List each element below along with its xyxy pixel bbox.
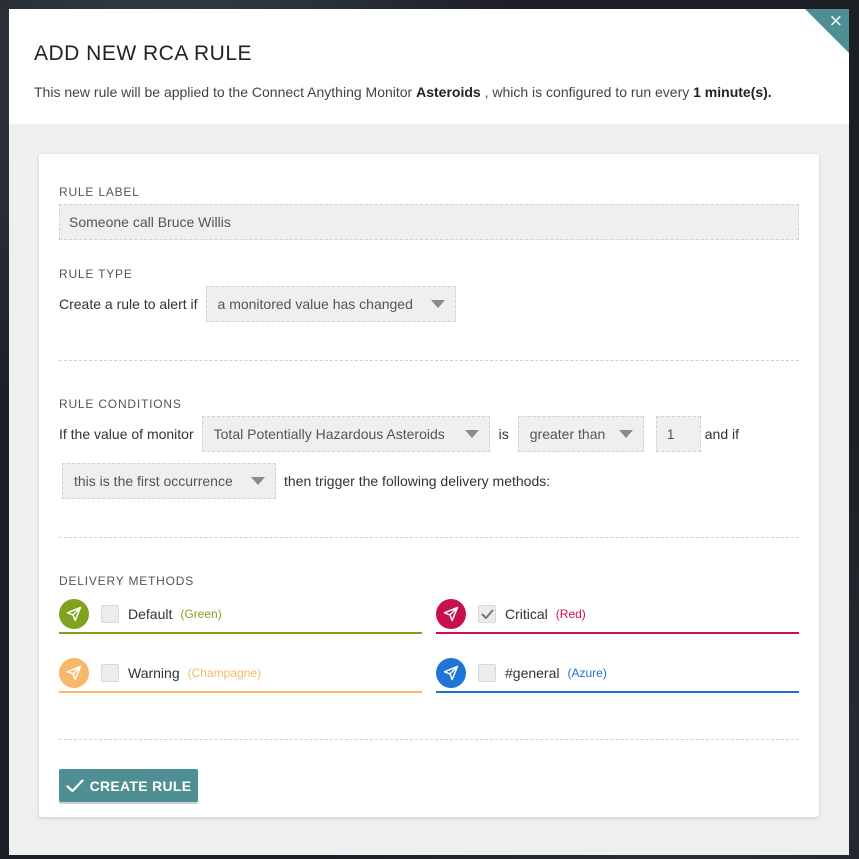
modal-description: This new rule will be applied to the Con… [34, 83, 824, 101]
occurrence-select[interactable]: this is the first occurrence [62, 463, 276, 499]
delivery-method-color-name: (Azure) [567, 666, 607, 680]
send-icon [59, 658, 89, 688]
send-icon [436, 599, 466, 629]
monitor-value-selected: Total Potentially Hazardous Asteroids [213, 426, 445, 442]
delivery-method-name: Warning [128, 665, 180, 681]
chevron-down-icon [430, 300, 445, 308]
conditions-row-2: this is the first occurrence then trigge… [59, 463, 550, 499]
rule-type-prefix: Create a rule to alert if [59, 296, 198, 312]
conditions-prefix: If the value of monitor [59, 426, 194, 442]
delivery-method-warning[interactable]: Warning (Champagne) [59, 655, 422, 693]
checkmark-icon [65, 778, 84, 793]
rule-type-select[interactable]: a monitored value has changed [205, 286, 456, 322]
section-divider [59, 360, 799, 361]
delivery-method-name: #general [505, 665, 560, 681]
rule-form-card: RULE LABEL RULE TYPE Create a rule to al… [39, 154, 819, 817]
delivery-method-name: Default [128, 606, 173, 622]
close-button[interactable]: × [805, 9, 849, 53]
delivery-method-color-name: (Champagne) [187, 666, 261, 680]
run-interval: 1 minute(s). [693, 84, 772, 100]
conditions-row-1: If the value of monitor Total Potentiall… [59, 416, 739, 452]
check-icon [481, 609, 494, 620]
delivery-method-color-name: (Red) [555, 607, 586, 621]
delivery-checkbox[interactable] [101, 664, 119, 682]
delivery-methods-heading: DELIVERY METHODS [59, 574, 195, 588]
operator-selected: greater than [529, 426, 606, 442]
modal-title: ADD NEW RCA RULE [34, 42, 253, 65]
rule-label-input[interactable] [59, 204, 799, 240]
create-rule-label: CREATE RULE [89, 777, 192, 794]
send-icon [436, 658, 466, 688]
operator-select[interactable]: greater than [517, 416, 644, 452]
and-if-text: and if [704, 426, 740, 442]
add-rca-rule-modal: ADD NEW RCA RULE This new rule will be a… [9, 9, 849, 855]
delivery-method-critical[interactable]: Critical (Red) [436, 596, 799, 634]
rule-label-heading: RULE LABEL [59, 185, 140, 199]
rule-conditions-heading: RULE CONDITIONS [59, 397, 182, 411]
modal-header: ADD NEW RCA RULE This new rule will be a… [9, 9, 849, 124]
delivery-checkbox[interactable] [478, 664, 496, 682]
rule-type-heading: RULE TYPE [59, 267, 133, 281]
desc-pre: This new rule will be applied to the Con… [34, 84, 417, 100]
then-trigger-text: then trigger the following delivery meth… [284, 473, 551, 489]
close-icon: × [828, 11, 843, 31]
threshold-input[interactable] [655, 416, 701, 452]
create-rule-button[interactable]: CREATE RULE [59, 769, 198, 802]
chevron-down-icon [251, 477, 265, 485]
delivery-method-default[interactable]: Default (Green) [59, 596, 422, 634]
delivery-method-color-name: (Green) [180, 607, 222, 621]
section-divider [59, 537, 799, 538]
rule-type-selected: a monitored value has changed [217, 296, 413, 312]
delivery-method-name: Critical [505, 606, 548, 622]
is-text: is [498, 426, 509, 442]
section-divider [59, 739, 799, 740]
monitor-value-select[interactable]: Total Potentially Hazardous Asteroids [201, 416, 490, 452]
rule-type-row: Create a rule to alert if a monitored va… [59, 286, 456, 322]
delivery-checkbox[interactable] [101, 605, 119, 623]
delivery-checkbox[interactable] [478, 605, 496, 623]
chevron-down-icon [618, 430, 633, 438]
desc-mid: , which is configured to run every [480, 84, 694, 100]
monitor-name: Asteroids [416, 84, 481, 100]
send-icon [59, 599, 89, 629]
occurrence-selected: this is the first occurrence [74, 473, 233, 489]
delivery-method-general[interactable]: #general (Azure) [436, 655, 799, 693]
chevron-down-icon [464, 430, 479, 438]
